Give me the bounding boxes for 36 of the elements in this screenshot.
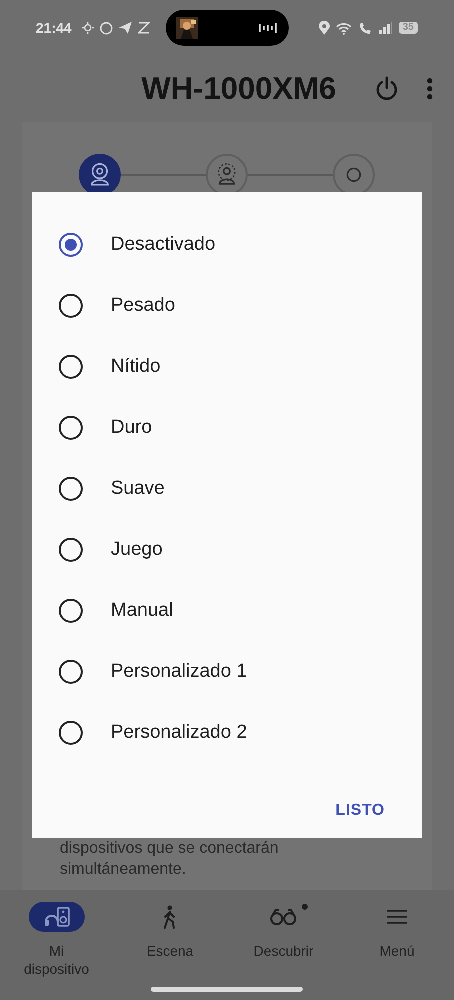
more-options-button[interactable]: [426, 77, 434, 101]
media-pill[interactable]: [166, 10, 289, 46]
option-label[interactable]: Desactivado: [111, 234, 216, 256]
radio-button[interactable]: [59, 720, 83, 744]
option-label[interactable]: Manual: [111, 600, 174, 622]
wifi-icon: [336, 22, 352, 34]
radio-button[interactable]: [59, 232, 83, 256]
radio-button[interactable]: [59, 294, 83, 318]
option-label[interactable]: Juego: [111, 538, 163, 560]
battery-level: 35: [398, 22, 418, 34]
paper-plane-icon: [118, 22, 132, 34]
radio-button[interactable]: [59, 538, 83, 562]
menu-icon: [386, 909, 408, 925]
option-label[interactable]: Duro: [111, 416, 152, 438]
option-label[interactable]: Pesado: [111, 294, 176, 316]
binoculars-icon: [270, 908, 298, 926]
location-pin-icon: [318, 21, 330, 35]
done-button[interactable]: LISTO: [330, 796, 391, 826]
location-target-icon: [82, 22, 94, 34]
speaker-headphones-icon: [28, 902, 85, 932]
radio-button[interactable]: [59, 354, 83, 378]
description-text: dispositivos que se conectarán simultáneamente.: [59, 839, 280, 880]
device-title: WH-1000XM6: [140, 71, 336, 107]
option-label[interactable]: Personalizado 2: [111, 722, 248, 744]
app-logo-icon: [138, 22, 150, 34]
sound-wave-icon: [259, 22, 279, 34]
radio-button[interactable]: [59, 416, 83, 440]
power-button[interactable]: [374, 76, 400, 102]
option-label[interactable]: Personalizado 1: [111, 660, 248, 682]
option-label[interactable]: Nítido: [111, 356, 161, 378]
radio-button[interactable]: [59, 476, 83, 500]
signal-icon: [378, 22, 393, 34]
radio-button[interactable]: [59, 598, 83, 622]
status-time: 21:44: [36, 20, 72, 36]
radio-button[interactable]: [59, 660, 83, 684]
option-label[interactable]: Suave: [111, 478, 165, 500]
